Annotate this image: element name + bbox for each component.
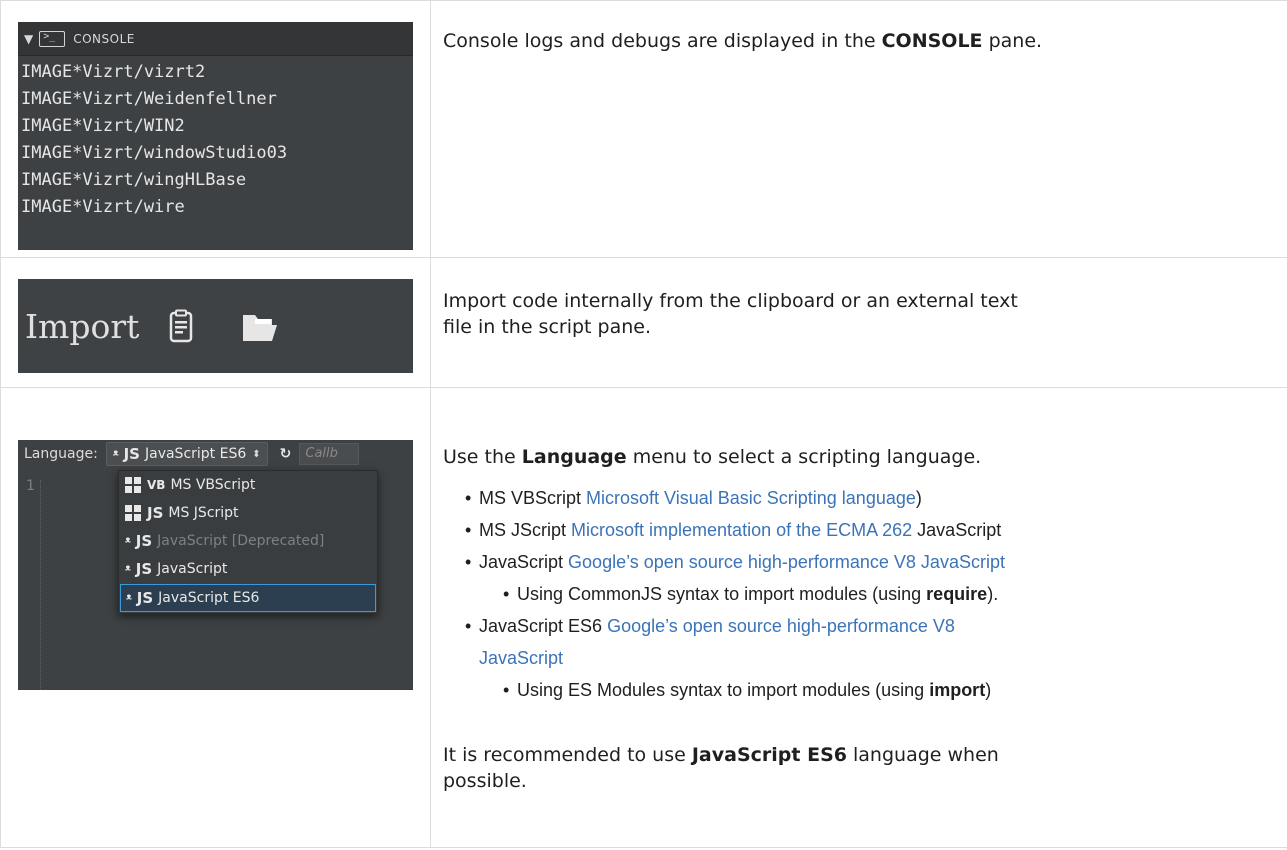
- clipboard-icon[interactable]: [169, 309, 193, 343]
- link[interactable]: Google’s open source high-performance V8: [607, 616, 955, 636]
- menu-item-javascript[interactable]: ᵜ JS JavaScript: [119, 555, 377, 583]
- console-line: IMAGE*Vizrt/wingHLBase: [21, 170, 247, 190]
- language-dropdown-menu: VB MS VBScript JS MS JScript ᵜ JS JavaSc…: [118, 470, 378, 614]
- js-badge: JS: [135, 560, 153, 578]
- console-line: IMAGE*Vizrt/wire: [21, 197, 185, 217]
- language-intro: Use the Language menu to select a script…: [443, 444, 981, 470]
- menu-item-ms-vbscript[interactable]: VB MS VBScript: [119, 471, 377, 499]
- text: ).: [987, 584, 999, 604]
- text: JavaScript: [479, 552, 569, 572]
- bullet-ms-jscript: MS JScript Microsoft implementation of t…: [465, 514, 1005, 546]
- menu-item-javascript-es6[interactable]: ᵜ JS JavaScript ES6: [120, 584, 376, 612]
- collapse-triangle-icon[interactable]: ▼: [24, 32, 33, 46]
- terminal-icon: >_: [39, 30, 66, 47]
- console-line: IMAGE*Vizrt/Weidenfellner: [21, 89, 277, 109]
- js-badge: JS: [135, 532, 153, 550]
- refresh-icon[interactable]: ↻: [280, 446, 292, 462]
- language-select[interactable]: ᵜ JS JavaScript ES6 ⬍: [105, 442, 268, 466]
- console-header[interactable]: ▼ >_ CONSOLE: [18, 22, 413, 56]
- console-title: CONSOLE: [73, 31, 135, 46]
- bold-term: JavaScript ES6: [691, 744, 847, 766]
- bullet-continuation: JavaScript: [465, 642, 1005, 674]
- js-badge: JS: [123, 445, 140, 463]
- menu-item-ms-jscript[interactable]: JS MS JScript: [119, 499, 377, 527]
- text: ): [985, 680, 992, 700]
- console-description: Console logs and debugs are displayed in…: [443, 28, 1042, 54]
- bold-term: import: [929, 680, 986, 700]
- language-label: Language:: [24, 446, 98, 462]
- open-folder-icon[interactable]: [241, 309, 279, 343]
- sub-bullet-commonjs: Using CommonJS syntax to import modules …: [503, 578, 1005, 610]
- console-line: IMAGE*Vizrt/vizrt2: [21, 62, 206, 82]
- menu-item-label: JavaScript ES6: [158, 590, 260, 606]
- text-line: Import code internally from the clipboar…: [443, 290, 1018, 312]
- text: Console logs and debugs are displayed in…: [443, 30, 882, 52]
- menu-item-label: MS JScript: [168, 505, 239, 521]
- text: ): [915, 488, 922, 508]
- select-arrows-icon: ⬍: [252, 448, 261, 460]
- text: language when: [846, 744, 999, 766]
- v8-icon: ᵜ: [112, 446, 119, 463]
- link[interactable]: Microsoft Visual Basic Scripting languag…: [586, 488, 916, 508]
- import-label: Import: [25, 306, 140, 346]
- selected-language: JavaScript ES6: [144, 446, 247, 462]
- windows-icon: [125, 505, 141, 521]
- console-pane: ▼ >_ CONSOLE IMAGE*Vizrt/vizrt2 IMAGE*Vi…: [18, 22, 413, 250]
- import-toolbar: Import: [18, 279, 413, 373]
- language-toolbar: Language: ᵜ JS JavaScript ES6 ⬍ ↻ Callb: [18, 440, 413, 468]
- js-badge: JS: [136, 589, 154, 607]
- console-line: IMAGE*Vizrt/WIN2: [21, 116, 185, 136]
- text-line: possible.: [443, 770, 527, 792]
- text: MS JScript: [479, 520, 572, 540]
- console-line: IMAGE*Vizrt/windowStudio03: [21, 143, 288, 163]
- text: JavaScript: [912, 520, 1002, 540]
- language-bullet-list: MS VBScript Microsoft Visual Basic Scrip…: [465, 482, 1005, 706]
- text: pane.: [982, 30, 1043, 52]
- text-line: It is recommended to use JavaScript ES6 …: [443, 742, 999, 768]
- bold-term: Language: [521, 446, 627, 468]
- recommendation-text: It is recommended to use JavaScript ES6 …: [443, 742, 999, 794]
- js-badge: JS: [147, 504, 164, 522]
- menu-item-label: JavaScript [Deprecated]: [157, 533, 325, 549]
- callback-input[interactable]: Callb: [299, 443, 360, 465]
- v8-icon: ᵜ: [126, 590, 132, 607]
- link[interactable]: Google’s open source high-performance V8…: [568, 552, 1005, 572]
- bullet-javascript-es6: JavaScript ES6 Google’s open source high…: [465, 610, 1005, 642]
- bold-term: CONSOLE: [881, 30, 983, 52]
- sub-bullet-es-modules: Using ES Modules syntax to import module…: [503, 674, 1005, 706]
- text: JavaScript ES6: [479, 616, 608, 636]
- console-log: IMAGE*Vizrt/vizrt2 IMAGE*Vizrt/Weidenfel…: [18, 56, 413, 221]
- v8-icon: ᵜ: [125, 561, 131, 578]
- gutter-guide: [40, 480, 42, 690]
- bullet-ms-vbscript: MS VBScript Microsoft Visual Basic Scrip…: [465, 482, 1005, 514]
- bullet-javascript: JavaScript Google’s open source high-per…: [465, 546, 1005, 578]
- vb-badge: VB: [147, 478, 166, 492]
- link[interactable]: JavaScript: [479, 648, 563, 668]
- text: MS VBScript: [479, 488, 587, 508]
- text: menu to select a scripting language.: [626, 446, 982, 468]
- v8-icon: ᵜ: [125, 533, 131, 550]
- link[interactable]: Microsoft implementation of the ECMA 262: [571, 520, 912, 540]
- import-description: Import code internally from the clipboar…: [443, 288, 1018, 340]
- text: Using CommonJS syntax to import modules …: [517, 584, 927, 604]
- text: Use the: [443, 446, 522, 468]
- bold-term: require: [926, 584, 988, 604]
- menu-item-javascript-deprecated[interactable]: ᵜ JS JavaScript [Deprecated]: [119, 527, 377, 555]
- language-editor-panel: Language: ᵜ JS JavaScript ES6 ⬍ ↻ Callb …: [18, 440, 413, 690]
- text: It is recommended to use: [443, 744, 692, 766]
- menu-item-label: MS VBScript: [170, 477, 256, 493]
- text-line: file in the script pane.: [443, 316, 652, 338]
- text: Using ES Modules syntax to import module…: [517, 680, 930, 700]
- windows-icon: [125, 477, 141, 493]
- menu-item-label: JavaScript: [157, 561, 228, 577]
- line-number: 1: [26, 478, 35, 494]
